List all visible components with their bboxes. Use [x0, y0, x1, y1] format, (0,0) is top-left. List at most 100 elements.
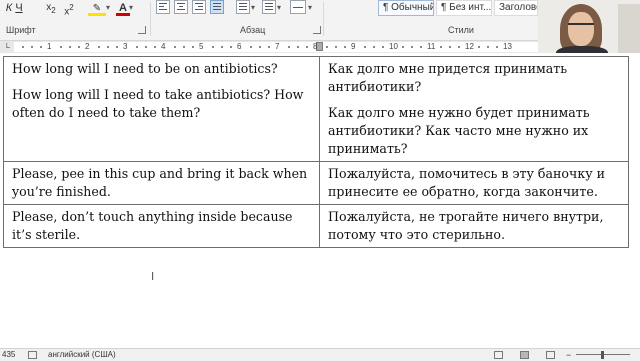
highlight-color-button[interactable]: ✎	[88, 0, 106, 16]
style-no-spacing[interactable]: ¶ Без инт...	[436, 0, 492, 16]
ruler-tick	[78, 46, 80, 48]
print-layout-icon[interactable]	[520, 351, 529, 359]
word-count[interactable]: 435	[2, 349, 15, 361]
ruler-tick	[60, 46, 62, 48]
language-indicator[interactable]: английский (США)	[48, 349, 116, 361]
shading-dropdown-icon[interactable]: ▾	[277, 3, 281, 12]
mouse-text-cursor-icon: I	[151, 270, 155, 283]
ruler-tick	[107, 46, 109, 48]
font-dialog-launcher-icon[interactable]	[138, 26, 146, 34]
style-heading[interactable]: Заголово...	[494, 0, 538, 16]
ruler-number: 1	[47, 42, 52, 51]
paragraph-group-label: Абзац	[240, 25, 266, 35]
english-cell[interactable]: Please, pee in this cup and bring it bac…	[3, 161, 320, 205]
ruler-number: 4	[161, 42, 166, 51]
align-left-icon[interactable]	[156, 0, 170, 14]
zoom-slider-thumb[interactable]	[601, 351, 604, 359]
ruler-tick	[288, 46, 290, 48]
borders-icon[interactable]	[290, 0, 306, 14]
group-separator	[150, 2, 151, 36]
ruler-number: 10	[389, 42, 398, 51]
russian-cell[interactable]: Пожалуйста, помочитесь в эту баночку и п…	[319, 161, 629, 205]
read-mode-icon[interactable]	[494, 351, 503, 359]
ruler-tick	[420, 46, 422, 48]
ruler-tick	[250, 46, 252, 48]
font-color-dropdown-icon[interactable]: ▾	[129, 3, 133, 12]
highlight-color-swatch	[88, 13, 106, 16]
ruler-number: 9	[351, 42, 356, 51]
english-phrase: How long will I need to take antibiotics…	[12, 87, 304, 120]
justify-icon[interactable]	[210, 0, 224, 14]
styles-group-label: Стили	[448, 25, 474, 35]
ruler-tick	[183, 46, 185, 48]
line-spacing-icon[interactable]	[236, 0, 250, 14]
tab-selector-icon[interactable]: └	[4, 43, 10, 52]
zoom-out-icon[interactable]: −	[566, 349, 571, 361]
ruler-tick	[154, 46, 156, 48]
underline-button[interactable]: Ч	[12, 0, 26, 16]
status-bar: 435 английский (США) −	[0, 348, 640, 361]
borders-dropdown-icon[interactable]: ▾	[308, 3, 312, 12]
style-normal[interactable]: ¶ Обычный	[378, 0, 434, 16]
russian-cell[interactable]: Пожалуйста, не трогайте ничего внутри, п…	[319, 204, 629, 248]
document-page[interactable]: How long will I need to be on antibiotic…	[0, 53, 640, 349]
ruler-tick	[449, 46, 451, 48]
ruler-tick	[344, 46, 346, 48]
ruler-tick	[116, 46, 118, 48]
ruler-tick	[326, 46, 328, 48]
ruler-tick	[136, 46, 138, 48]
english-cell[interactable]: Please, don’t touch anything inside beca…	[3, 204, 320, 248]
subscript-button[interactable]: x2	[44, 0, 58, 16]
web-layout-icon[interactable]	[546, 351, 555, 359]
russian-phrase: Как долго мне нужно будет принимать анти…	[328, 105, 590, 156]
ruler-number: 3	[123, 42, 128, 51]
ruler-number: 13	[503, 42, 512, 51]
ruler-tick	[487, 46, 489, 48]
ruler-tick	[402, 46, 404, 48]
ruler-number: 12	[465, 42, 474, 51]
shading-icon[interactable]	[262, 0, 276, 14]
ruler-tick	[335, 46, 337, 48]
superscript-button[interactable]: x2	[60, 0, 78, 17]
ruler-number: 2	[85, 42, 90, 51]
ruler-tick	[174, 46, 176, 48]
line-spacing-dropdown-icon[interactable]: ▾	[251, 3, 255, 12]
english-phrase: Please, don’t touch anything inside beca…	[12, 209, 293, 242]
ruler-tick	[364, 46, 366, 48]
ruler-tick	[411, 46, 413, 48]
russian-cell[interactable]: Как долго мне придется принимать антибио…	[319, 56, 629, 162]
ruler-tick	[440, 46, 442, 48]
ruler-tick	[382, 46, 384, 48]
ruler-tick	[259, 46, 261, 48]
webcam-background-shelf	[618, 4, 640, 54]
proofing-icon[interactable]	[28, 351, 37, 359]
russian-phrase: Пожалуйста, не трогайте ничего внутри, п…	[328, 209, 604, 242]
ruler-tick	[192, 46, 194, 48]
paragraph-dialog-launcher-icon[interactable]	[313, 26, 321, 34]
align-right-icon[interactable]	[192, 0, 206, 14]
font-group-label: Шрифт	[6, 25, 36, 35]
ruler-tick	[145, 46, 147, 48]
ruler-number: 5	[199, 42, 204, 51]
ruler-tick	[458, 46, 460, 48]
ruler-tick	[268, 46, 270, 48]
table-row: Please, pee in this cup and bring it bac…	[3, 161, 629, 205]
font-color-button[interactable]: A	[116, 0, 130, 16]
align-center-icon[interactable]	[174, 0, 188, 14]
phrase-table: How long will I need to be on antibiotic…	[3, 56, 629, 248]
subscript-2: 2	[51, 6, 56, 15]
ruler-tick	[22, 46, 24, 48]
english-cell[interactable]: How long will I need to be on antibiotic…	[3, 56, 320, 162]
ruler-tick	[98, 46, 100, 48]
table-row: How long will I need to be on antibiotic…	[3, 56, 629, 162]
russian-phrase: Как долго мне придется принимать антибио…	[328, 61, 568, 94]
font-color-swatch	[116, 13, 130, 16]
highlight-dropdown-icon[interactable]: ▾	[106, 3, 110, 12]
english-phrase: How long will I need to be on antibiotic…	[12, 61, 278, 76]
russian-phrase: Пожалуйста, помочитесь в эту баночку и п…	[328, 166, 606, 199]
ruler-tick	[373, 46, 375, 48]
webcam-person-glasses	[568, 23, 594, 32]
english-phrase: Please, pee in this cup and bring it bac…	[12, 166, 308, 199]
ruler-tick	[478, 46, 480, 48]
ruler-number: 6	[237, 42, 242, 51]
